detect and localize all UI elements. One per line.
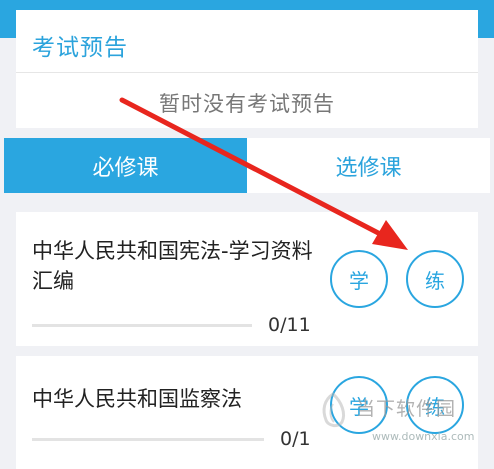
watermark-text: 当下软件园: [356, 398, 457, 420]
watermark-logo-icon: [322, 392, 346, 428]
course-tabs: 必修课 选修课: [4, 138, 490, 193]
learn-button[interactable]: 学: [330, 250, 388, 308]
progress-count: 0/11: [268, 314, 311, 336]
divider: [16, 72, 478, 73]
watermark-url: www.downxia.com: [372, 430, 475, 443]
exam-preview-card: 考试预告 暂时没有考试预告: [16, 10, 478, 128]
progress-count: 0/1: [280, 428, 311, 450]
exam-empty-message: 暂时没有考试预告: [159, 92, 335, 116]
course-title: 中华人民共和国监察法: [32, 387, 242, 411]
course-title: 中华人民共和国宪法-学习资料汇编: [32, 239, 313, 293]
tab-elective-courses[interactable]: 选修课: [247, 138, 490, 193]
practice-button[interactable]: 练: [406, 250, 464, 308]
course-item[interactable]: 中华人民共和国宪法-学习资料汇编 0/11 学 练: [16, 212, 478, 346]
tab-required-courses[interactable]: 必修课: [4, 138, 247, 193]
progress-bar: [32, 438, 264, 441]
progress-bar: [32, 324, 252, 327]
exam-preview-title: 考试预告: [32, 35, 128, 61]
